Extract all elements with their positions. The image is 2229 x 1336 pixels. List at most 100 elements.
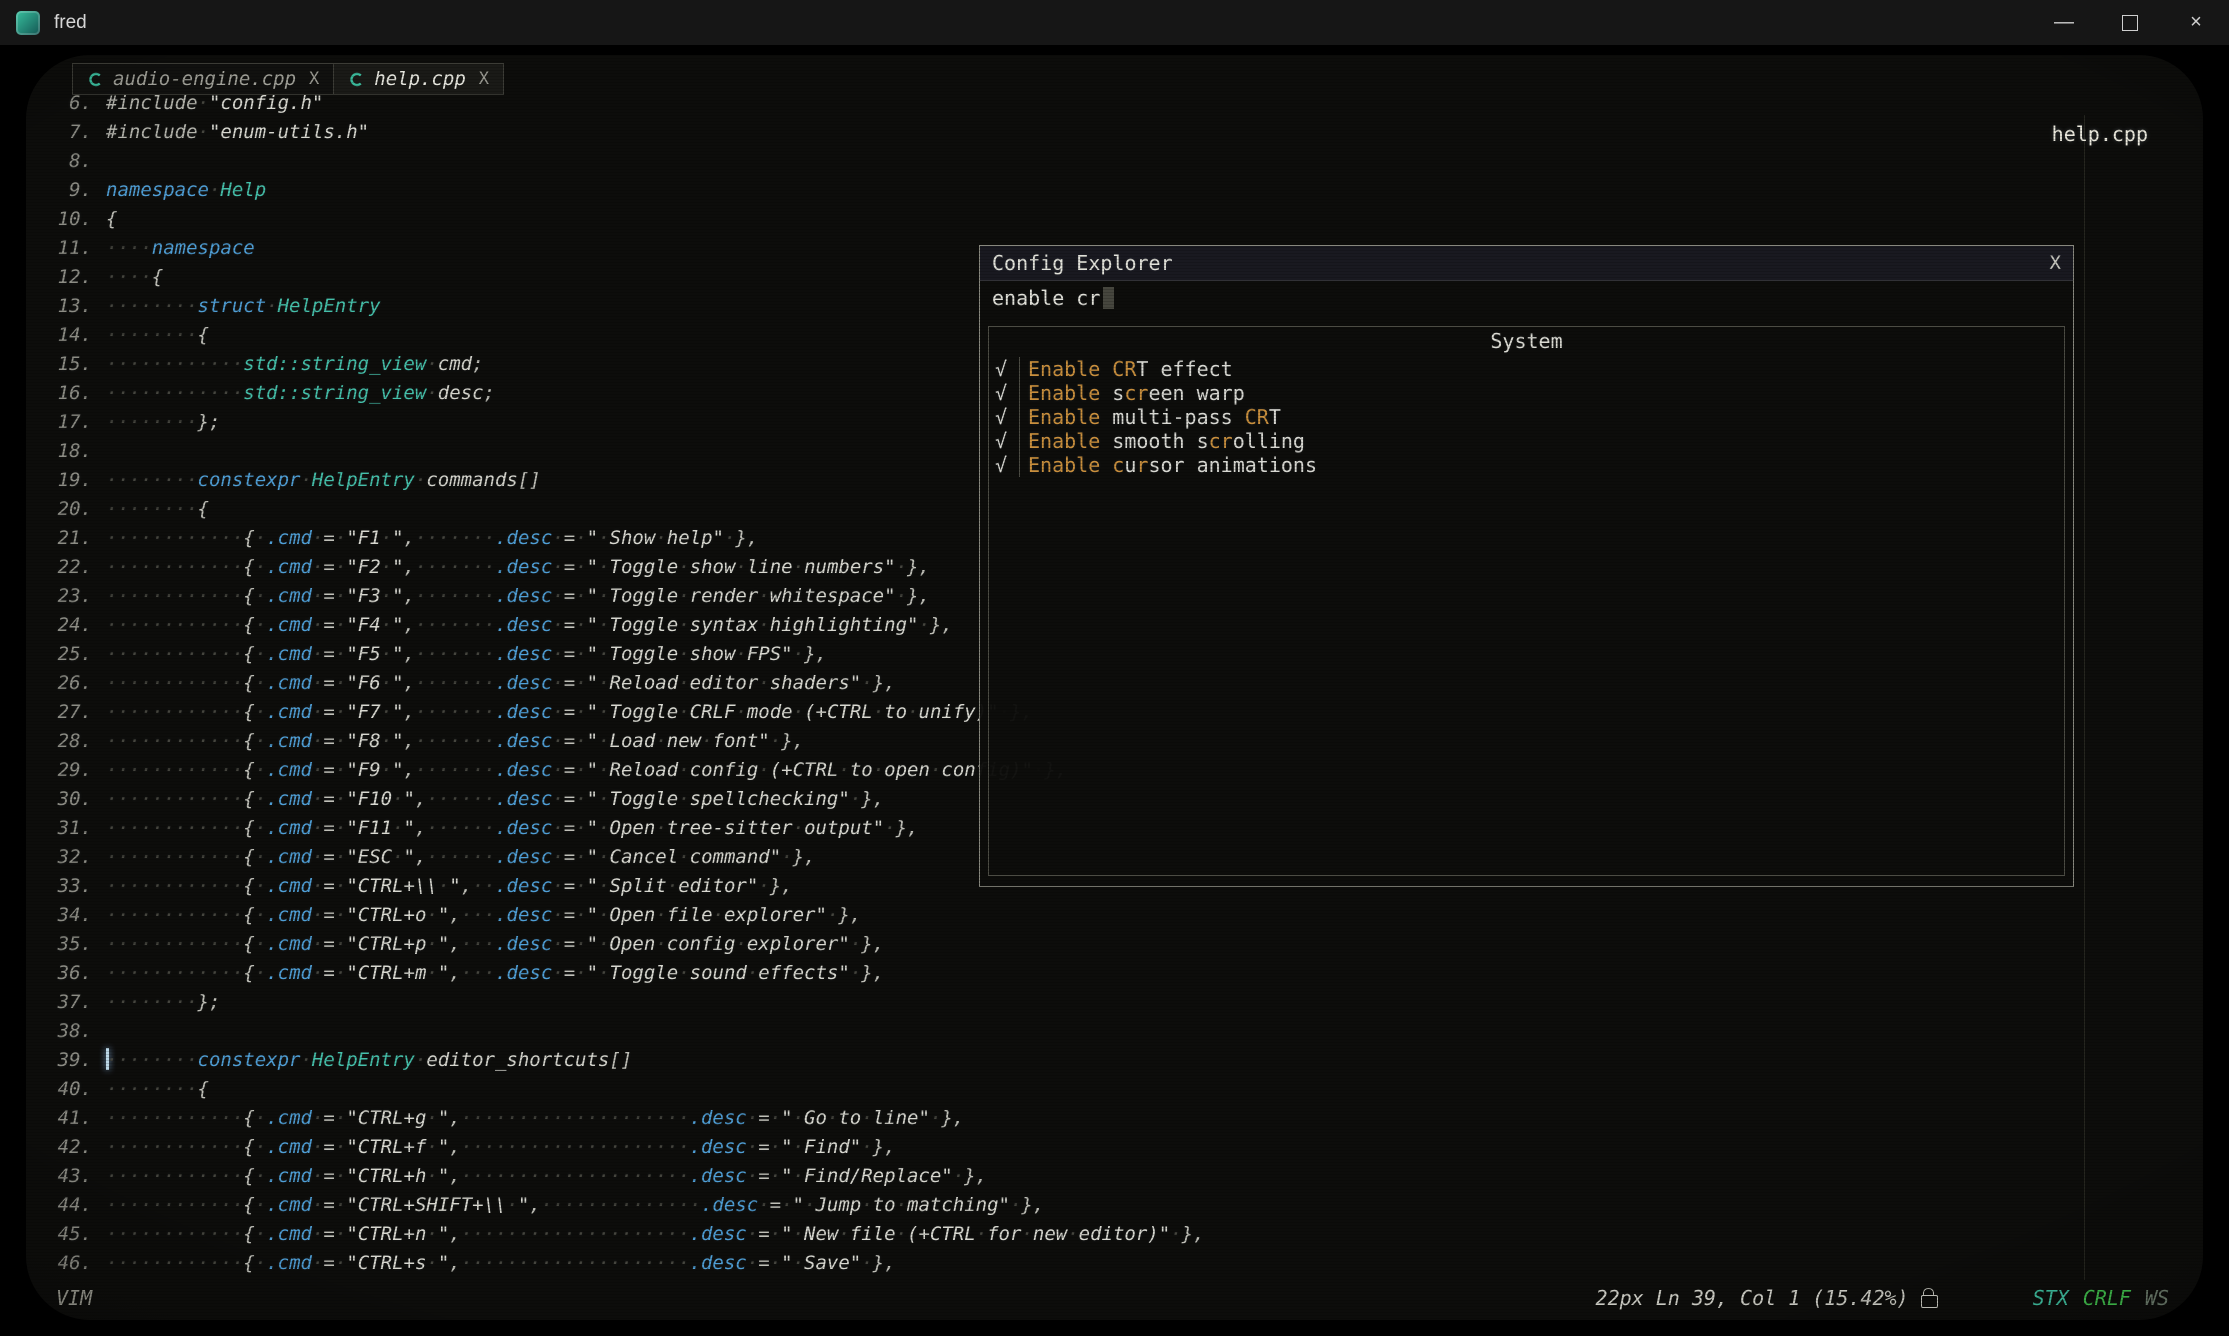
config-list: √Enable CRT effect√Enable screen warp√En… <box>989 357 2064 477</box>
checkbox-checked-icon[interactable]: √ <box>989 453 1020 477</box>
code-text: ········struct·HelpEntry <box>106 292 381 321</box>
code-text: ········constexpr·HelpEntry·commands[] <box>106 466 541 495</box>
line-number: 27. <box>52 698 106 727</box>
code-line: 9.namespace·Help <box>52 176 2203 205</box>
close-button[interactable]: × <box>2163 0 2229 45</box>
code-text: ········{ <box>106 321 209 350</box>
config-explorer-popup: Config Explorer X enable cr System √Enab… <box>979 245 2074 887</box>
line-number: 7. <box>52 118 106 147</box>
config-item[interactable]: √Enable screen warp <box>989 381 2064 405</box>
code-text: ········{ <box>106 495 209 524</box>
code-text: ········constexpr·HelpEntry·editor_short… <box>106 1046 632 1075</box>
checkbox-checked-icon[interactable]: √ <box>989 357 1020 381</box>
maximize-button[interactable] <box>2097 0 2163 45</box>
code-line: 38. <box>52 1017 2203 1046</box>
line-number: 25. <box>52 640 106 669</box>
config-item[interactable]: √Enable CRT effect <box>989 357 2064 381</box>
vim-mode-indicator: VIM <box>56 1286 92 1310</box>
code-text: ········}; <box>106 988 220 1017</box>
code-text: ····{ <box>106 263 163 292</box>
line-number: 12. <box>52 263 106 292</box>
tab-bar: audio-engine.cppX help.cpp X <box>72 63 504 95</box>
right-edge-line <box>2084 115 2085 1280</box>
crt-screen: 6.#include·"config.h"7.#include·"enum-ut… <box>0 45 2229 1336</box>
config-item[interactable]: √Enable multi-pass CRT <box>989 405 2064 429</box>
line-number: 22. <box>52 553 106 582</box>
code-text: ············{·.cmd·=·"CTRL+o·",···.desc·… <box>106 901 861 930</box>
line-number: 31. <box>52 814 106 843</box>
code-text: ············std::string_view·desc; <box>106 379 495 408</box>
config-item-label: Enable screen warp <box>1020 381 1245 405</box>
config-item-label: Enable multi-pass CRT <box>1020 405 1281 429</box>
status-flag-crlf: CRLF <box>2083 1286 2131 1310</box>
line-number: 13. <box>52 292 106 321</box>
filename-overlay: help.cpp <box>2052 122 2148 146</box>
code-line: 42.············{·.cmd·=·"CTRL+f·",······… <box>52 1133 2203 1162</box>
code-line: 41.············{·.cmd·=·"CTRL+g·",······… <box>52 1104 2203 1133</box>
code-text: ············{·.cmd·=·"F9·",·······.desc·… <box>106 756 1067 785</box>
app-icon <box>16 11 40 35</box>
checkbox-checked-icon[interactable]: √ <box>989 381 1020 405</box>
line-number: 37. <box>52 988 106 1017</box>
code-text: ············{·.cmd·=·"F10·",······.desc·… <box>106 785 884 814</box>
editor-viewport[interactable]: 6.#include·"config.h"7.#include·"enum-ut… <box>26 55 2203 1320</box>
code-text: ············{·.cmd·=·"CTRL+\\·",··.desc·… <box>106 872 793 901</box>
tab-help.cpp[interactable]: help.cpp X <box>334 64 503 94</box>
checkbox-checked-icon[interactable]: √ <box>989 429 1020 453</box>
line-number: 46. <box>52 1249 106 1278</box>
line-number: 42. <box>52 1133 106 1162</box>
config-section-header: System <box>989 327 2064 357</box>
search-query-text: enable cr <box>992 286 1100 310</box>
code-text: ············{·.cmd·=·"F8·",·······.desc·… <box>106 727 804 756</box>
line-number: 29. <box>52 756 106 785</box>
status-flag-stx: STX <box>2033 1286 2069 1310</box>
config-item[interactable]: √Enable cursor animations <box>989 453 2064 477</box>
code-line: 35.············{·.cmd·=·"CTRL+p·",···.de… <box>52 930 2203 959</box>
code-line: 40.········{ <box>52 1075 2203 1104</box>
line-number: 35. <box>52 930 106 959</box>
code-text: ············{·.cmd·=·"F1·",·······.desc·… <box>106 524 758 553</box>
code-line: 39.········constexpr·HelpEntry·editor_sh… <box>52 1046 2203 1075</box>
config-item[interactable]: √Enable smooth scrolling <box>989 429 2064 453</box>
line-number: 26. <box>52 669 106 698</box>
code-text: ········}; <box>106 408 220 437</box>
code-text: ············{·.cmd·=·"F3·",·······.desc·… <box>106 582 930 611</box>
line-number: 9. <box>52 176 106 205</box>
tab-label: help.cpp <box>374 68 466 90</box>
cpp-file-icon <box>348 71 365 88</box>
config-item-label: Enable smooth scrolling <box>1020 429 1305 453</box>
config-item-label: Enable cursor animations <box>1020 453 1317 477</box>
code-line: 37.········}; <box>52 988 2203 1017</box>
code-text: ············{·.cmd·=·"F2·",·······.desc·… <box>106 553 930 582</box>
code-text: ············{·.cmd·=·"F7·",·······.desc·… <box>106 698 1033 727</box>
cpp-file-icon <box>87 71 104 88</box>
config-list-panel: System √Enable CRT effect√Enable screen … <box>988 326 2065 876</box>
line-number: 24. <box>52 611 106 640</box>
code-text: ············{·.cmd·=·"CTRL+g·",·········… <box>106 1104 964 1133</box>
status-bar: VIM 22px Ln 39, Col 1 (15.42%) STXCRLFWS <box>56 1286 2169 1310</box>
code-line: 46.············{·.cmd·=·"CTRL+s·",······… <box>52 1249 2203 1278</box>
checkbox-checked-icon[interactable]: √ <box>989 405 1020 429</box>
minimize-button[interactable]: — <box>2031 0 2097 45</box>
tab-close-icon[interactable]: X <box>309 69 319 89</box>
status-flag-ws: WS <box>2145 1286 2169 1310</box>
code-text: ············{·.cmd·=·"CTRL+s·",·········… <box>106 1249 896 1278</box>
code-text: namespace·Help <box>106 176 266 205</box>
tab-close-icon[interactable]: X <box>479 69 489 89</box>
config-search-input[interactable]: enable cr <box>980 281 2073 315</box>
line-number: 34. <box>52 901 106 930</box>
code-text: ············{·.cmd·=·"F4·",·······.desc·… <box>106 611 953 640</box>
line-number: 17. <box>52 408 106 437</box>
line-number: 18. <box>52 437 106 466</box>
popup-close-icon[interactable]: X <box>2050 252 2061 274</box>
line-number: 21. <box>52 524 106 553</box>
line-number: 10. <box>52 205 106 234</box>
code-line: 34.············{·.cmd·=·"CTRL+o·",···.de… <box>52 901 2203 930</box>
code-text: ············{·.cmd·=·"CTRL+f·",·········… <box>106 1133 896 1162</box>
code-text: ············{·.cmd·=·"F6·",·······.desc·… <box>106 669 896 698</box>
code-line: 45.············{·.cmd·=·"CTRL+n·",······… <box>52 1220 2203 1249</box>
popup-title: Config Explorer <box>992 251 1173 275</box>
tab-audio-engine.cpp[interactable]: audio-engine.cppX <box>73 64 334 94</box>
code-text: ········{ <box>106 1075 209 1104</box>
window-controls: — × <box>2031 0 2229 45</box>
